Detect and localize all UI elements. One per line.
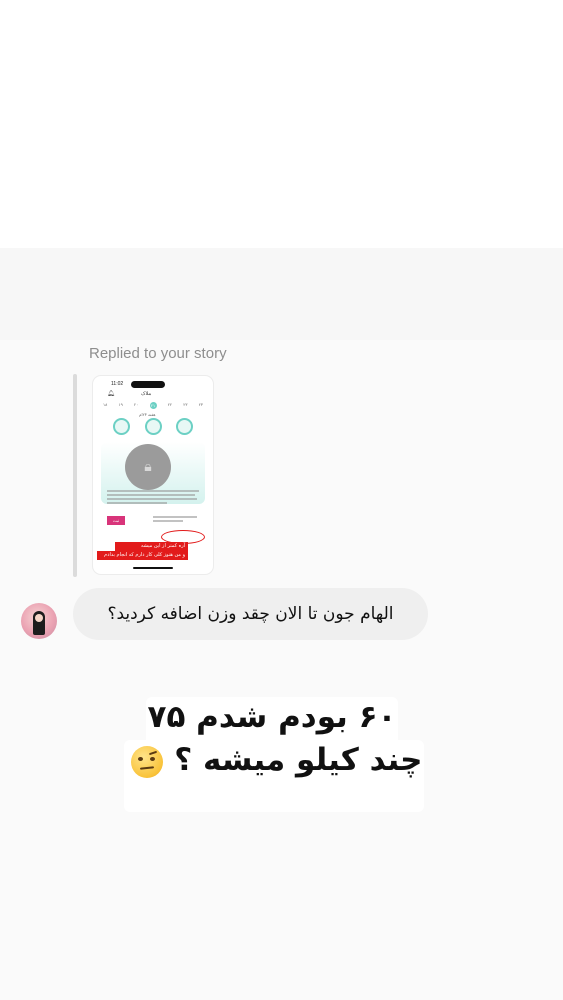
story-text-line-1: ۶۰ بودم شدم ۷۵ <box>147 699 397 735</box>
thumb-day: ۲۴ <box>198 402 203 407</box>
thumb-category-icon <box>176 418 193 435</box>
thumb-app-title: ملاک <box>141 391 152 397</box>
thumb-day: ۲۳ <box>183 402 188 407</box>
thumb-day-active: ۲۱ <box>149 402 157 409</box>
thumb-day: ۲۰ <box>134 402 139 407</box>
blank-top-area <box>0 0 563 248</box>
thumb-day-strip: ۱۸ ۱۹ ۲۰ ۲۱ ۲۲ ۲۳ ۲۴ <box>103 402 203 409</box>
thumb-status-bar: 11:02 <box>93 380 213 390</box>
avatar[interactable] <box>21 603 57 639</box>
thumb-day: ۱۸ <box>103 402 108 407</box>
blank-mid-area <box>0 248 563 340</box>
message-text: الهام جون تا الان چقد وزن اضافه کردید؟ <box>107 604 394 624</box>
thumb-home-indicator <box>133 567 173 569</box>
message-bubble[interactable]: الهام جون تا الان چقد وزن اضافه کردید؟ <box>73 588 428 640</box>
thumb-day: ۲۲ <box>167 402 172 407</box>
thumb-pink-button: ثبت <box>107 516 125 525</box>
avatar-face <box>35 614 43 622</box>
thumb-dynamic-island <box>131 381 165 388</box>
thumb-gray-lines <box>153 516 199 524</box>
thumb-text-block <box>107 490 199 506</box>
thumb-category-icon <box>113 418 130 435</box>
story-thumbnail[interactable]: 11:02 🔔︎ ملاک ۱۸ ۱۹ ۲۰ ۲۱ ۲۲ ۲۳ ۲۴ هفته … <box>93 376 213 574</box>
thumb-lock-icon: 🔒︎ <box>125 444 171 490</box>
reply-quote-bar <box>73 374 77 577</box>
thumb-bell-icon: 🔔︎ <box>107 390 115 397</box>
replied-to-story-label: Replied to your story <box>89 345 227 362</box>
thumb-annotation-2: و من هنوز کلی کار دارم که انجام بدادم <box>97 551 188 560</box>
face-with-raised-eyebrow-icon <box>131 745 164 778</box>
thumb-category-icon <box>144 418 162 435</box>
thumb-day: ۱۹ <box>118 402 123 407</box>
thumb-week-label: هفته ۲۴ام <box>139 412 156 417</box>
story-text-line-2-row: چند کیلو میشه ؟ <box>124 742 424 778</box>
story-text-line-2: چند کیلو میشه ؟ <box>174 742 423 778</box>
thumb-category-icons <box>113 418 193 435</box>
thumb-status-time: 11:02 <box>111 381 124 387</box>
thumb-annotation-1: آره کمتر از این میشه <box>115 542 188 551</box>
